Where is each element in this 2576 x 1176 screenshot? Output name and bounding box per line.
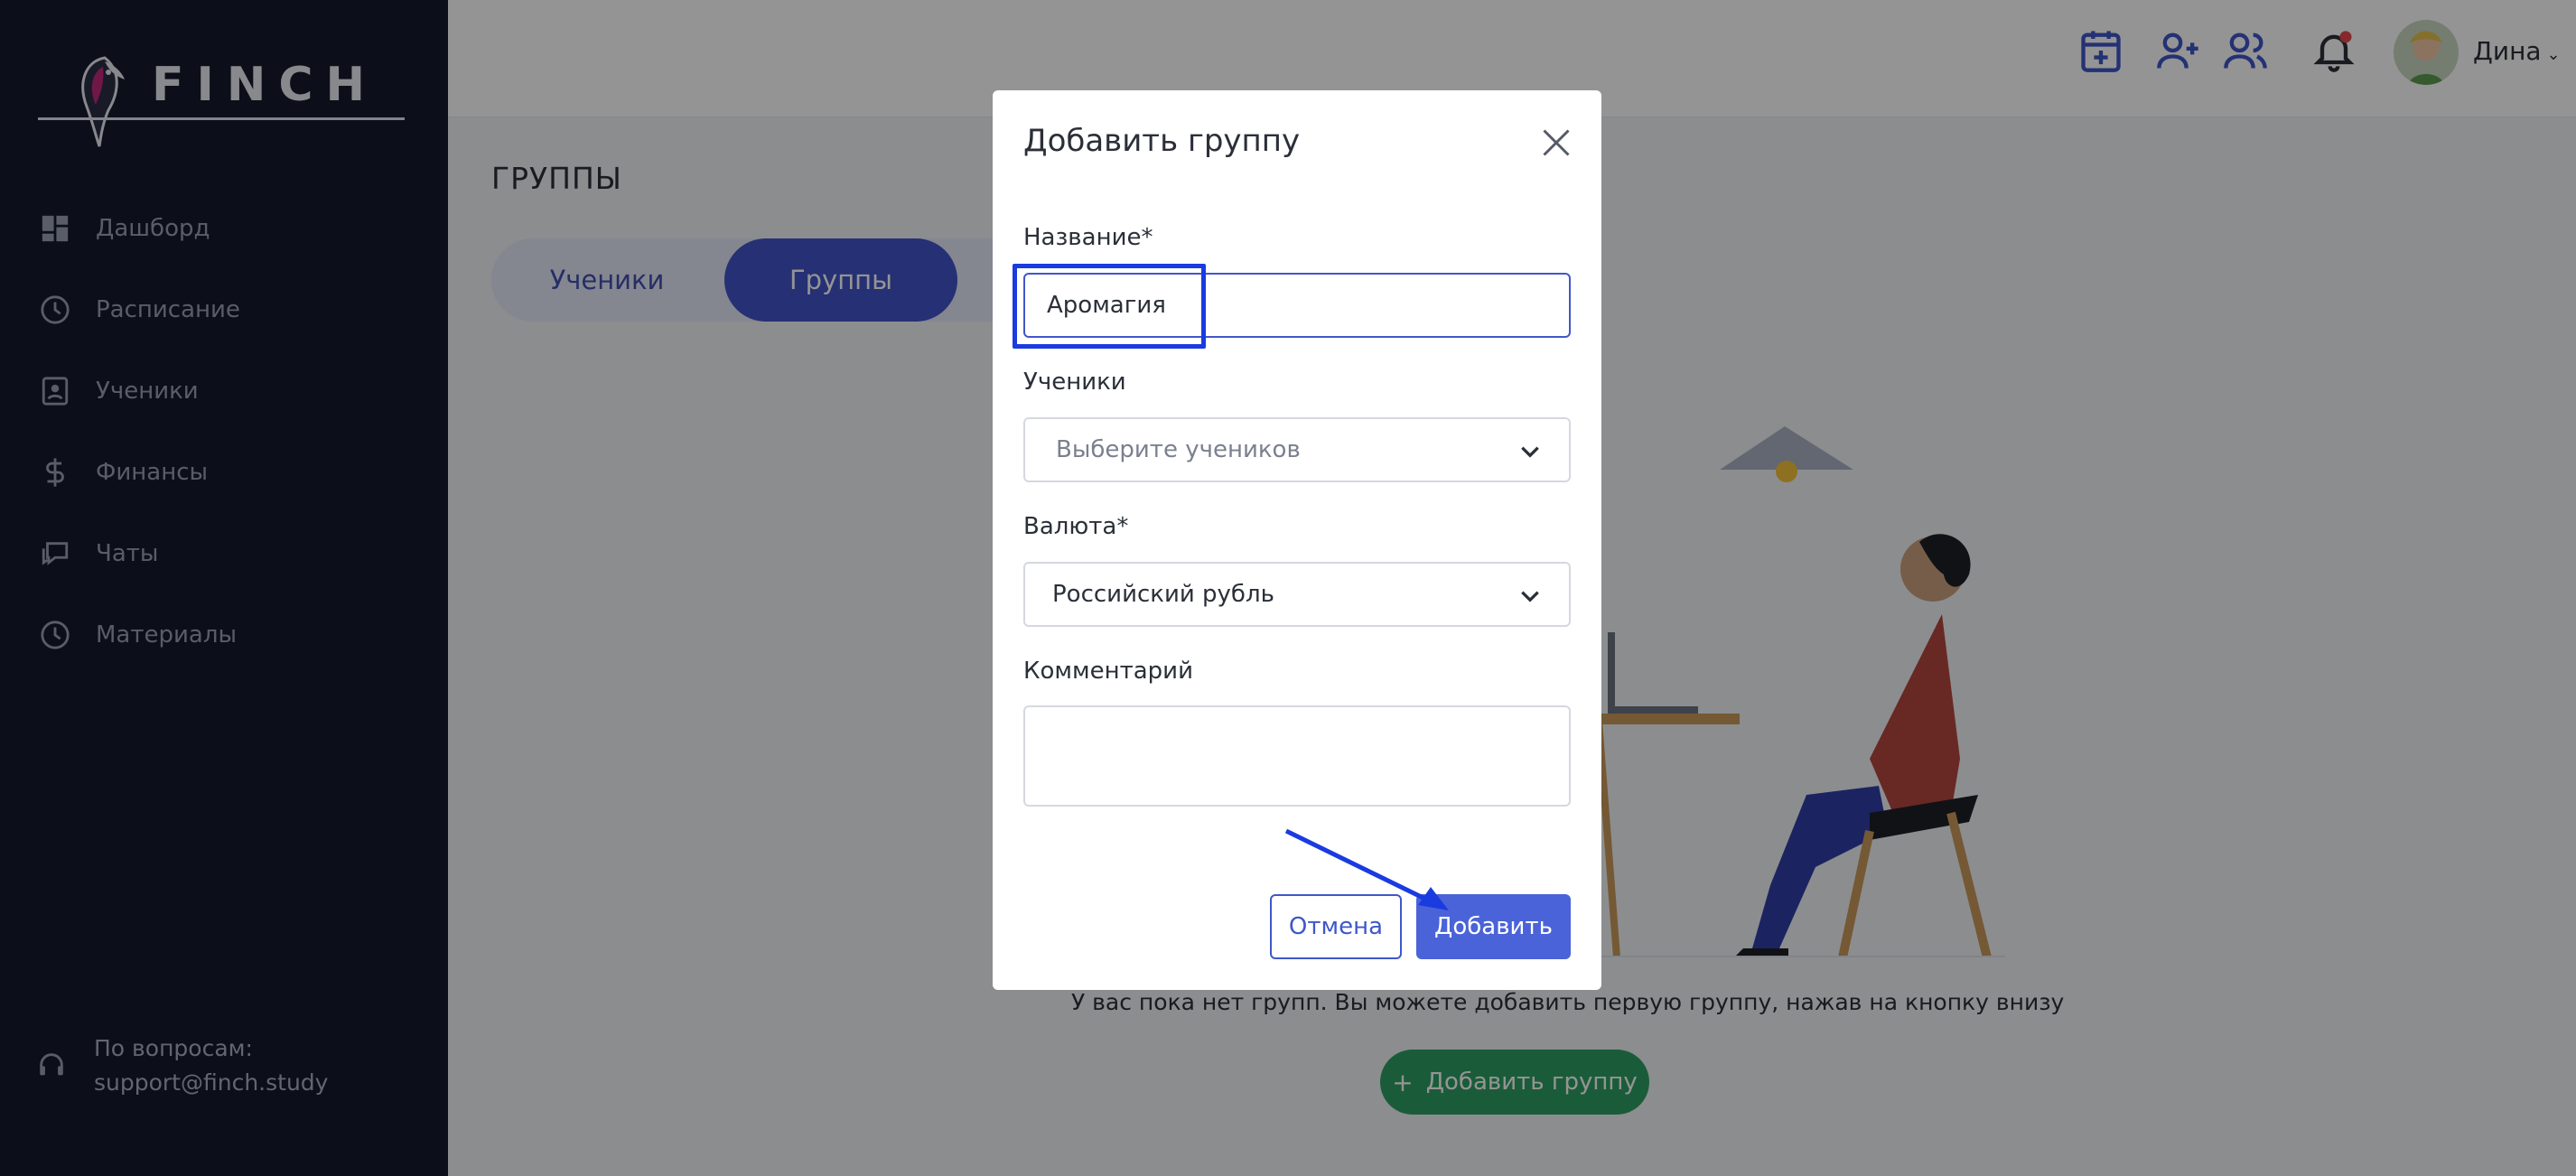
comment-label: Комментарий	[1023, 658, 1193, 685]
close-icon[interactable]	[1540, 126, 1573, 159]
currency-value: Российский рубль	[1052, 581, 1274, 608]
students-select[interactable]: Выберите учеников	[1023, 417, 1571, 482]
comment-textarea[interactable]	[1023, 705, 1571, 807]
currency-select[interactable]: Российский рубль	[1023, 562, 1571, 627]
modal-title: Добавить группу	[1023, 123, 1301, 159]
arrow-annotation	[1284, 828, 1449, 910]
currency-label: Валюта*	[1023, 513, 1129, 540]
chevron-down-icon	[1521, 591, 1539, 602]
highlight-annotation	[1013, 264, 1206, 349]
students-label: Ученики	[1023, 369, 1126, 396]
students-placeholder: Выберите учеников	[1056, 436, 1301, 463]
chevron-down-icon	[1521, 446, 1539, 458]
name-label: Название*	[1023, 224, 1153, 251]
